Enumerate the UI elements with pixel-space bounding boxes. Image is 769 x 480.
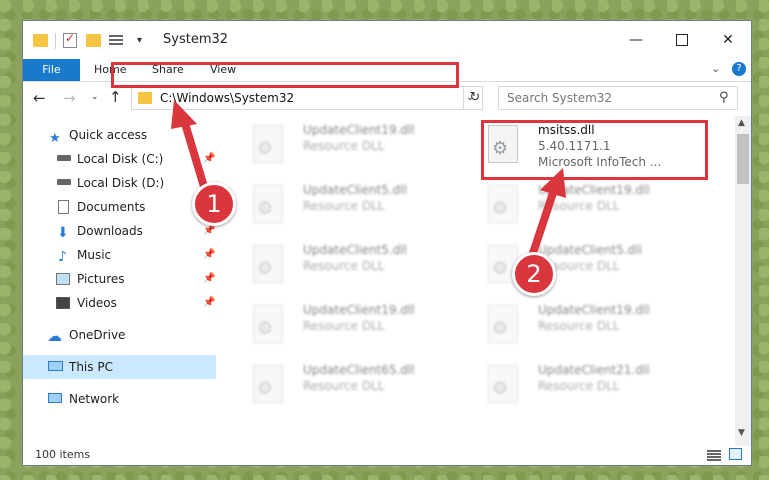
folder-icon[interactable] (33, 34, 48, 47)
videos-icon (56, 297, 70, 309)
network-icon (48, 393, 62, 403)
close-button[interactable]: ✕ (705, 21, 751, 59)
new-folder-icon[interactable] (86, 34, 101, 47)
sidebar-item-downloads[interactable]: ⬇ Downloads 📌 (23, 219, 216, 243)
dll-file-icon (488, 305, 518, 343)
back-arrow-icon[interactable]: ← (33, 89, 46, 107)
dll-file-icon (253, 365, 283, 403)
large-icons-view-icon[interactable] (729, 448, 742, 460)
navigation-pane: ★ Quick access Local Disk (C:) 📌 Local D… (23, 119, 218, 439)
sidebar-item-this-pc[interactable]: This PC (23, 355, 216, 379)
drive-icon (57, 179, 71, 185)
up-arrow-icon[interactable]: ↑ (109, 88, 122, 106)
file-item[interactable]: UpdateClient21.dll Resource DLL (478, 359, 708, 415)
dll-file-icon (253, 125, 283, 163)
address-folder-icon (138, 92, 152, 104)
quick-access-dropdown-icon[interactable]: ▾ (137, 35, 142, 53)
search-input[interactable]: Search System32 (507, 91, 612, 105)
dll-file-icon (488, 185, 518, 223)
computer-icon (48, 361, 63, 371)
tab-file[interactable]: File (23, 59, 80, 81)
file-item[interactable]: UpdateClient19.dll Resource DLL (478, 299, 708, 355)
customize-view-icon[interactable] (109, 33, 127, 47)
file-item[interactable]: UpdateClient65.dll Resource DLL (243, 359, 473, 415)
recent-locations-icon[interactable]: ⌄ (91, 92, 99, 102)
sidebar-item-documents[interactable]: Documents 📌 (23, 195, 216, 219)
file-highlight (481, 120, 708, 180)
title-bar: ▾ System32 — ✕ (23, 21, 751, 59)
sidebar-item-music[interactable]: ♪ Music 📌 (23, 243, 216, 267)
sidebar-item-network[interactable]: Network (23, 387, 216, 411)
sidebar-item-pictures[interactable]: Pictures 📌 (23, 267, 216, 291)
address-path[interactable]: C:\Windows\System32 (160, 91, 294, 105)
pictures-icon (56, 273, 70, 285)
file-item[interactable]: UpdateClient19.dll Resource DLL (478, 179, 708, 235)
maximize-button[interactable] (659, 21, 705, 59)
address-bar[interactable]: C:\Windows\System32 ⌄ (131, 86, 483, 110)
sidebar-item-local-disk-d[interactable]: Local Disk (D:) (23, 171, 216, 195)
dll-file-icon (253, 245, 283, 283)
file-item[interactable]: UpdateClient19.dll Resource DLL (243, 119, 473, 175)
item-count: 100 items (35, 448, 91, 461)
help-icon[interactable]: ? (732, 62, 746, 76)
sidebar-item-onedrive[interactable]: ☁ OneDrive (23, 323, 216, 347)
properties-icon[interactable] (63, 31, 77, 48)
toolbar-divider (55, 33, 56, 49)
pin-icon: 📌 (203, 153, 216, 164)
expand-ribbon-icon[interactable]: ⌄ (711, 62, 720, 75)
sidebar-item-quick-access[interactable]: ★ Quick access (23, 123, 216, 147)
cloud-icon: ☁ (47, 327, 62, 345)
download-icon: ⬇ (57, 225, 69, 241)
search-box[interactable]: Search System32 ⚲ (498, 86, 738, 110)
scroll-down-icon[interactable]: ▼ (738, 428, 745, 438)
refresh-icon[interactable]: ↻ (463, 86, 486, 110)
star-icon: ★ (49, 131, 61, 146)
sidebar-item-videos[interactable]: Videos 📌 (23, 291, 216, 315)
address-bar-highlight (111, 62, 459, 88)
vertical-scrollbar[interactable]: ▲ ▼ (735, 116, 751, 446)
window-title: System32 (163, 32, 229, 47)
music-icon: ♪ (58, 249, 67, 265)
minimize-button[interactable]: — (613, 21, 659, 59)
forward-arrow-icon[interactable]: → (63, 89, 76, 107)
file-item[interactable]: UpdateClient5.dll Resource DLL (243, 179, 473, 235)
search-icon[interactable]: ⚲ (719, 90, 729, 105)
dll-file-icon (253, 185, 283, 223)
dll-file-icon (488, 365, 518, 403)
file-item[interactable]: UpdateClient19.dll Resource DLL (243, 299, 473, 355)
pin-icon: 📌 (203, 273, 216, 284)
sidebar-item-local-disk-c[interactable]: Local Disk (C:) 📌 (23, 147, 216, 171)
details-view-icon[interactable] (707, 449, 721, 461)
drive-icon (57, 155, 71, 161)
scroll-up-icon[interactable]: ▲ (738, 118, 745, 128)
pin-icon: 📌 (203, 297, 216, 308)
scroll-thumb[interactable] (737, 134, 749, 184)
step-marker-1: 1 (192, 182, 236, 226)
pin-icon: 📌 (203, 249, 216, 260)
status-bar: 100 items (23, 444, 751, 466)
dll-file-icon (253, 305, 283, 343)
documents-icon (58, 200, 69, 214)
step-marker-2: 2 (512, 252, 556, 296)
file-item[interactable]: UpdateClient5.dll Resource DLL (243, 239, 473, 295)
